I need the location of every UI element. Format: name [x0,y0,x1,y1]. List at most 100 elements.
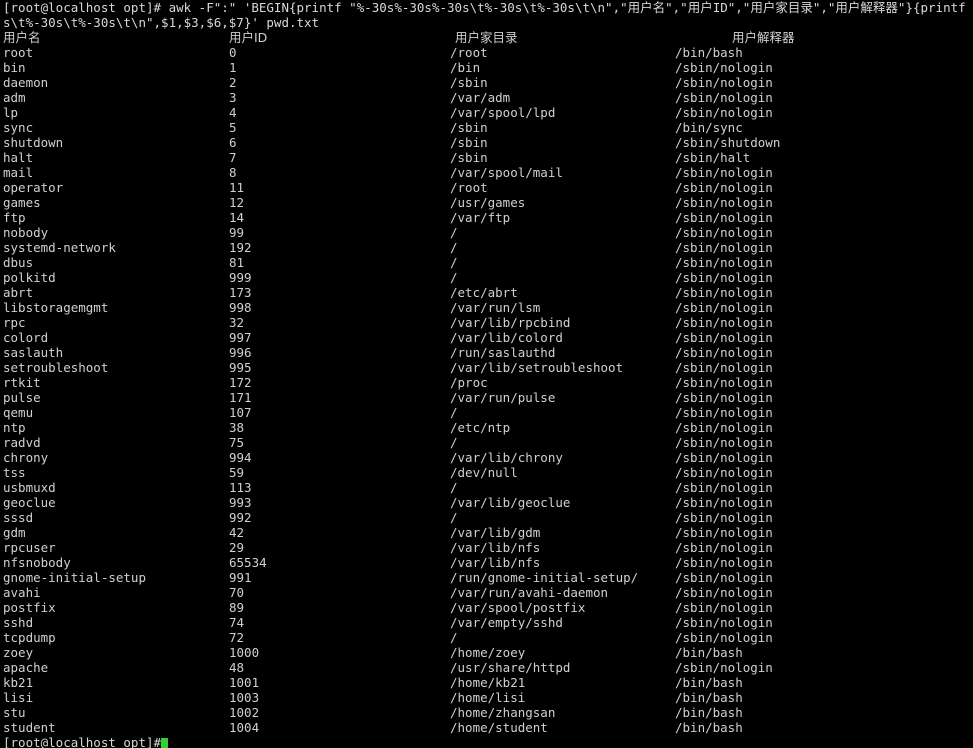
table-row: gdm 42/var/lib/gdm/sbin/nologin [0,525,973,540]
cell-shell: /sbin/nologin [675,210,773,225]
cell-homedir: /var/lib/setroubleshoot [450,360,624,375]
cell-homedir: /root [450,45,488,60]
cell-userid: 59 [229,465,245,480]
table-row: chrony 994/var/lib/chrony/sbin/nologin [0,450,973,465]
table-row: root 0/root/bin/bash [0,45,973,60]
cell-userid: 75 [229,435,245,450]
cell-homedir: /usr/games [450,195,526,210]
cell-shell: /sbin/nologin [675,180,773,195]
cell-userid: 996 [229,345,252,360]
cell-homedir: /sbin [450,135,488,150]
cell-username: student [3,720,56,735]
cell-username: pulse [3,390,41,405]
cell-shell: /sbin/nologin [675,285,773,300]
cell-shell: /sbin/shutdown [675,135,781,150]
cell-userid: 70 [229,585,245,600]
shell-prompt[interactable]: [root@localhost opt]# [0,735,973,748]
table-row: zoey 1000/home/zoey/bin/bash [0,645,973,660]
cell-shell: /sbin/nologin [675,360,773,375]
table-row: polkitd 999 / /sbin/nologin [0,270,973,285]
table-row: geoclue 993/var/lib/geoclue/sbin/nologin [0,495,973,510]
cell-shell: /bin/bash [675,45,743,60]
table-body: root 0/root/bin/bash bin 1/bin/sbin/nologin… [0,45,973,735]
table-row: usbmuxd 113 / /sbin/nologin [0,480,973,495]
cell-username: games [3,195,41,210]
text-cursor [161,738,169,748]
table-row: student 1004/home/student/bin/bash [0,720,973,735]
cell-userid: 997 [229,330,252,345]
cell-shell: /sbin/nologin [675,525,773,540]
cell-username: tcpdump [3,630,56,645]
cell-homedir: /run/saslauthd [450,345,556,360]
table-row: tcpdump 72 / /sbin/nologin [0,630,973,645]
cell-userid: 2 [229,75,237,90]
cell-username: adm [3,90,26,105]
cell-shell: /bin/bash [675,675,743,690]
cell-userid: 29 [229,540,245,555]
cell-userid: 4 [229,105,237,120]
cell-username: chrony [3,450,49,465]
cell-userid: 1004 [229,720,260,735]
cell-homedir: /sbin [450,150,488,165]
cell-username: postfix [3,600,56,615]
cell-username: apache [3,660,49,675]
cell-shell: /sbin/nologin [675,480,773,495]
cell-userid: 12 [229,195,245,210]
cell-username: stu [3,705,26,720]
cell-shell: /sbin/nologin [675,75,773,90]
table-row: radvd 75 / /sbin/nologin [0,435,973,450]
cell-shell: /bin/sync [675,120,743,135]
table-row: systemd-network 192 / /sbin/nologin [0,240,973,255]
cell-homedir: / [450,480,458,495]
cell-shell: /sbin/nologin [675,90,773,105]
table-row: colord 997/var/lib/colord/sbin/nologin [0,330,973,345]
table-row: dbus 81 / /sbin/nologin [0,255,973,270]
cell-userid: 113 [229,480,252,495]
command-line-2: s\t%-30s\t%-30s\t\n",$1,$3,$6,$7}' pwd.t… [3,15,320,30]
cell-username: daemon [3,75,49,90]
cell-username: dbus [3,255,34,270]
cell-homedir: /var/lib/geoclue [450,495,571,510]
cell-homedir: /etc/ntp [450,420,511,435]
cell-shell: /sbin/nologin [675,270,773,285]
cell-userid: 0 [229,45,237,60]
table-row: postfix 89/var/spool/postfix/sbin/nologin [0,600,973,615]
cell-shell: /sbin/nologin [675,450,773,465]
cell-userid: 173 [229,285,252,300]
cell-username: colord [3,330,49,345]
cell-username: tss [3,465,26,480]
cell-homedir: /sbin [450,120,488,135]
table-row: operator 11/root/sbin/nologin [0,180,973,195]
cell-userid: 48 [229,660,245,675]
table-row: daemon 2/sbin/sbin/nologin [0,75,973,90]
cell-userid: 74 [229,615,245,630]
cell-username: geoclue [3,495,56,510]
prompt-text: [root@localhost opt]# [3,735,162,748]
table-row: mail 8/var/spool/mail/sbin/nologin [0,165,973,180]
cell-homedir: / [450,225,458,240]
cell-userid: 994 [229,450,252,465]
cell-userid: 192 [229,240,252,255]
cell-username: shutdown [3,135,64,150]
cell-homedir: /var/lib/rpcbind [450,315,571,330]
cell-shell: /sbin/nologin [675,465,773,480]
table-row: gnome-initial-setup 991/run/gnome-initial… [0,570,973,585]
cell-homedir: /bin [450,60,481,75]
cell-homedir: /var/run/lsm [450,300,541,315]
table-row: games 12/usr/games/sbin/nologin [0,195,973,210]
terminal-screen[interactable]: [root@localhost opt]# awk -F":" 'BEGIN{p… [0,0,973,748]
cell-username: systemd-network [3,240,116,255]
cell-shell: /sbin/nologin [675,315,773,330]
cell-username: rtkit [3,375,41,390]
cell-homedir: /sbin [450,75,488,90]
table-row: lisi 1003/home/lisi/bin/bash [0,690,973,705]
cell-shell: /sbin/nologin [675,375,773,390]
cell-homedir: /home/zhangsan [450,705,556,720]
cell-username: mail [3,165,34,180]
cell-homedir: /home/lisi [450,690,526,705]
cell-userid: 81 [229,255,245,270]
cell-shell: /sbin/nologin [675,240,773,255]
cell-homedir: /home/kb21 [450,675,526,690]
table-row: stu 1002/home/zhangsan/bin/bash [0,705,973,720]
cell-homedir: /etc/abrt [450,285,518,300]
